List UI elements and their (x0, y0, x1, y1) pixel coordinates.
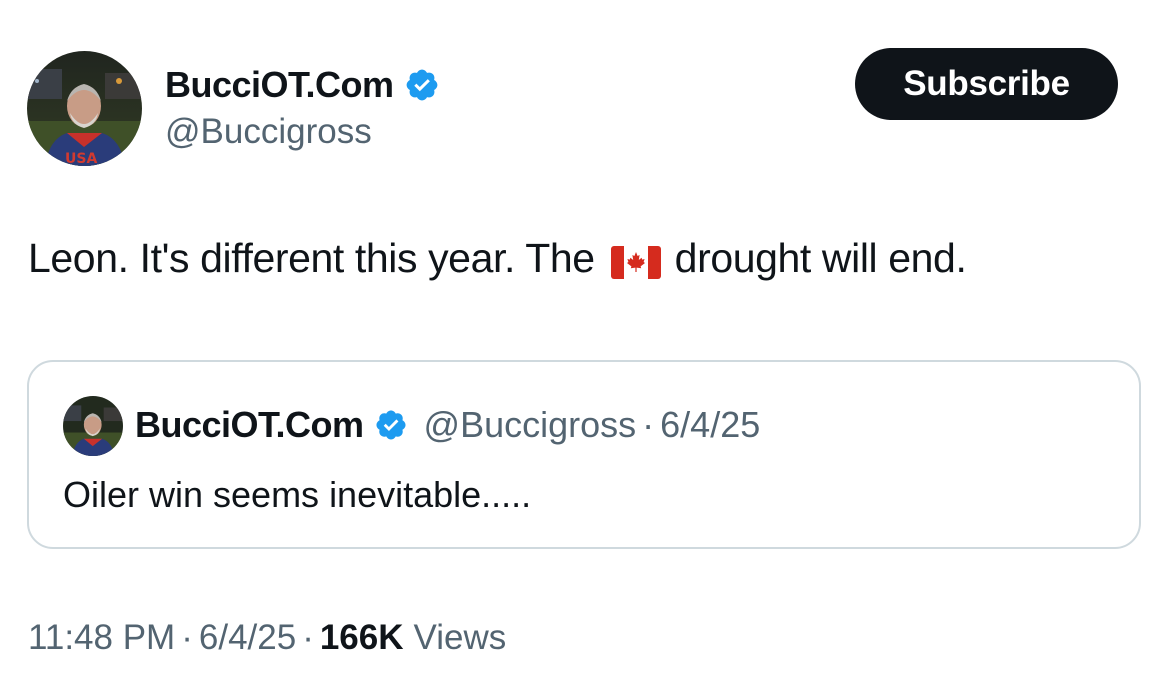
quoted-author-handle[interactable]: @Buccigross (424, 404, 637, 446)
verified-badge-icon[interactable] (404, 67, 440, 103)
quoted-tweet-header: BucciOT.Com @Buccigross · 6/4/25 (135, 402, 760, 448)
author-display-name[interactable]: BucciOT.Com (165, 64, 394, 106)
views-count[interactable]: 166K (320, 618, 404, 658)
tweet-text: Leon. It's different this year. The drou… (28, 235, 967, 282)
quoted-author-avatar[interactable] (63, 396, 123, 456)
tweet-time[interactable]: 11:48 PM (28, 618, 175, 658)
quoted-tweet-card[interactable]: BucciOT.Com @Buccigross · 6/4/25 Oiler w… (27, 360, 1141, 549)
author-name-row[interactable]: BucciOT.Com (165, 62, 440, 108)
quoted-tweet-text: Oiler win seems inevitable..... (63, 474, 532, 515)
verified-badge-icon (374, 408, 408, 442)
svg-text:USA: USA (65, 151, 97, 166)
quoted-author-display-name[interactable]: BucciOT.Com (135, 404, 364, 446)
footer-separator: · (302, 618, 314, 657)
tweet-view: USA BucciOT.Com @Buccigross Subscribe Le… (0, 0, 1169, 698)
author-avatar[interactable]: USA (27, 51, 142, 166)
quoted-tweet-date[interactable]: 6/4/25 (660, 404, 760, 446)
quoted-meta-separator: · (642, 404, 655, 445)
tweet-date[interactable]: 6/4/25 (199, 618, 296, 658)
footer-separator: · (181, 618, 193, 657)
views-label[interactable]: Views (414, 618, 507, 658)
tweet-text-before: Leon. It's different this year. The (28, 235, 595, 281)
canada-flag-icon (610, 242, 661, 279)
subscribe-button[interactable]: Subscribe (855, 48, 1118, 120)
tweet-meta-footer: 11:48 PM · 6/4/25 · 166K Views (28, 618, 506, 658)
tweet-text-after: drought will end. (674, 235, 967, 281)
author-handle[interactable]: @Buccigross (165, 112, 372, 152)
